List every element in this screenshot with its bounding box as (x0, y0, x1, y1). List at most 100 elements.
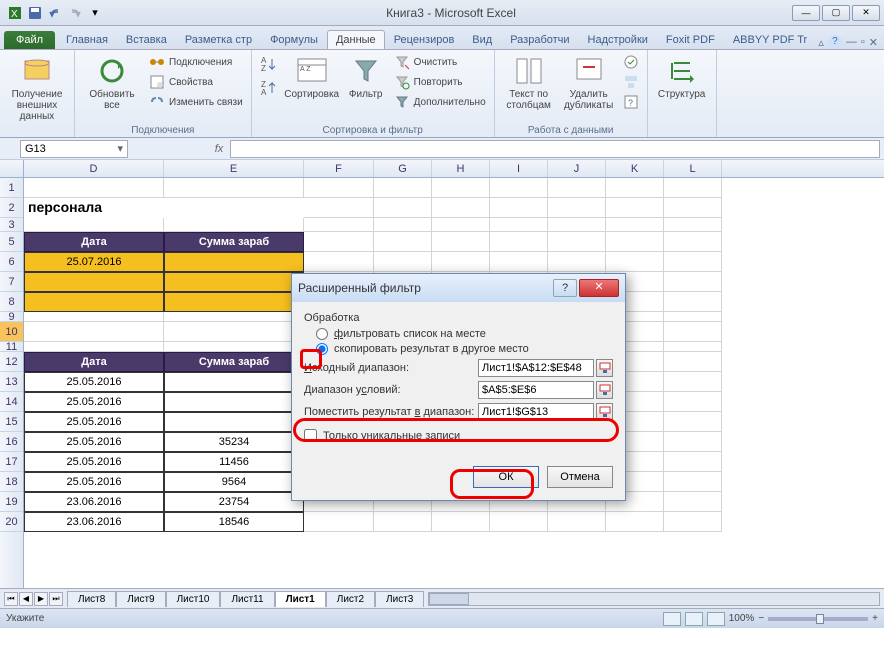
copy-to-range-input[interactable] (478, 403, 594, 421)
help-icon[interactable]: ? (828, 35, 842, 49)
data-cell[interactable]: 23754 (164, 492, 304, 512)
sheet-tab[interactable]: Лист2 (326, 591, 375, 607)
row-header[interactable]: 16 (0, 432, 23, 452)
namebox-dropdown-icon[interactable]: ▾ (117, 142, 123, 155)
undo-icon[interactable] (46, 4, 64, 22)
tab-addins[interactable]: Надстройки (579, 30, 657, 49)
copy-to-label[interactable]: скопировать результат в другое место (334, 343, 529, 355)
sort-button[interactable]: A Z Сортировка (284, 53, 340, 102)
row-header[interactable]: 14 (0, 392, 23, 412)
sheet-tab[interactable]: Лист11 (220, 591, 274, 607)
reapply-button[interactable]: Повторить (392, 73, 488, 91)
tab-layout[interactable]: Разметка стр (176, 30, 261, 49)
minimize-button[interactable]: — (792, 5, 820, 21)
col-header[interactable]: L (664, 160, 722, 177)
excel-icon[interactable]: X (6, 4, 24, 22)
zoom-in-button[interactable]: + (872, 613, 878, 624)
dialog-help-button[interactable]: ? (553, 279, 577, 297)
view-layout-button[interactable] (685, 612, 703, 626)
ok-button[interactable]: ОК (473, 466, 539, 488)
select-all-corner[interactable] (0, 160, 24, 177)
row-header[interactable]: 2 (0, 198, 23, 218)
col-header[interactable]: I (490, 160, 548, 177)
name-box[interactable]: G13▾ (20, 140, 128, 158)
data-cell[interactable] (164, 392, 304, 412)
sheet-nav-next-icon[interactable]: ▶ (34, 592, 48, 606)
criteria-header-salary[interactable]: Сумма зараб (164, 232, 304, 252)
col-header[interactable]: F (304, 160, 374, 177)
formula-input[interactable] (230, 140, 880, 158)
source-range-input[interactable] (478, 359, 594, 377)
data-cell[interactable] (164, 412, 304, 432)
sheet-tab[interactable]: Лист9 (116, 591, 165, 607)
row-header[interactable]: 9 (0, 312, 23, 322)
advanced-filter-button[interactable]: Дополнительно (392, 93, 488, 111)
row-header[interactable]: 6 (0, 252, 23, 272)
tab-review[interactable]: Рецензиров (385, 30, 464, 49)
refresh-all-button[interactable]: Обновить все (81, 53, 143, 113)
view-normal-button[interactable] (663, 612, 681, 626)
clear-filter-button[interactable]: Очистить (392, 53, 488, 71)
criteria-date-cell[interactable]: 25.07.2016 (24, 252, 164, 272)
data-header-salary[interactable]: Сумма зараб (164, 352, 304, 372)
row-header[interactable]: 10 (0, 322, 23, 342)
data-cell[interactable]: 35234 (164, 432, 304, 452)
data-header-date[interactable]: Дата (24, 352, 164, 372)
sheet-nav-first-icon[interactable]: ⏮ (4, 592, 18, 606)
sort-desc-button[interactable]: ZA (258, 77, 280, 99)
row-header[interactable]: 13 (0, 372, 23, 392)
unique-records-label[interactable]: Только уникальные записи (323, 430, 460, 442)
dialog-titlebar[interactable]: Расширенный фильтр ? ✕ (292, 274, 625, 302)
copy-to-refedit-icon[interactable] (596, 403, 613, 421)
zoom-out-button[interactable]: − (758, 613, 764, 624)
tab-insert[interactable]: Вставка (117, 30, 176, 49)
sheet-tab[interactable]: Лист10 (166, 591, 221, 607)
view-pagebreak-button[interactable] (707, 612, 725, 626)
filter-button[interactable]: Фильтр (344, 53, 388, 102)
edit-links-button[interactable]: Изменить связи (147, 93, 245, 111)
data-cell[interactable]: 25.05.2016 (24, 472, 164, 492)
data-cell[interactable]: 23.06.2016 (24, 512, 164, 532)
tab-view[interactable]: Вид (463, 30, 501, 49)
sheet-nav-last-icon[interactable]: ⏭ (49, 592, 63, 606)
ribbon-min-icon[interactable]: ▵ (818, 36, 824, 49)
row-header[interactable]: 19 (0, 492, 23, 512)
data-validation-button[interactable] (621, 53, 641, 71)
criteria-header-date[interactable]: Дата (24, 232, 164, 252)
source-range-refedit-icon[interactable] (596, 359, 613, 377)
data-cell[interactable]: 23.06.2016 (24, 492, 164, 512)
tab-developer[interactable]: Разработчи (501, 30, 578, 49)
fx-icon[interactable]: fx (208, 143, 230, 155)
title-cell[interactable]: персонала (24, 198, 164, 218)
filter-inplace-label[interactable]: ффильтровать список на местеильтровать с… (334, 328, 486, 340)
tab-data[interactable]: Данные (327, 30, 385, 49)
sort-asc-button[interactable]: AZ (258, 53, 280, 75)
remove-duplicates-button[interactable]: Удалить дубликаты (561, 53, 617, 113)
maximize-button[interactable]: ▢ (822, 5, 850, 21)
row-header[interactable]: 11 (0, 342, 23, 352)
filter-inplace-radio[interactable] (316, 328, 328, 340)
row-header[interactable]: 15 (0, 412, 23, 432)
criteria-range-input[interactable] (478, 381, 594, 399)
connections-button[interactable]: Подключения (147, 53, 245, 71)
copy-to-radio[interactable] (316, 343, 328, 355)
tab-abbyy[interactable]: ABBYY PDF Tr (724, 30, 816, 49)
sheet-nav-prev-icon[interactable]: ◀ (19, 592, 33, 606)
row-header[interactable]: 17 (0, 452, 23, 472)
workbook-close-icon[interactable]: ✕ (869, 36, 878, 49)
data-cell[interactable]: 25.05.2016 (24, 412, 164, 432)
row-header[interactable]: 7 (0, 272, 23, 292)
col-header[interactable]: D (24, 160, 164, 177)
qat-dropdown-icon[interactable]: ▾ (86, 4, 104, 22)
properties-button[interactable]: Свойства (147, 73, 245, 91)
tab-home[interactable]: Главная (57, 30, 117, 49)
close-button[interactable]: ✕ (852, 5, 880, 21)
col-header[interactable]: J (548, 160, 606, 177)
structure-button[interactable]: Структура (654, 53, 710, 102)
criteria-salary-cell[interactable] (164, 252, 304, 272)
redo-icon[interactable] (66, 4, 84, 22)
data-cell[interactable]: 9564 (164, 472, 304, 492)
col-header[interactable]: H (432, 160, 490, 177)
unique-records-checkbox[interactable] (304, 429, 317, 442)
workbook-min-icon[interactable]: — (846, 36, 857, 48)
